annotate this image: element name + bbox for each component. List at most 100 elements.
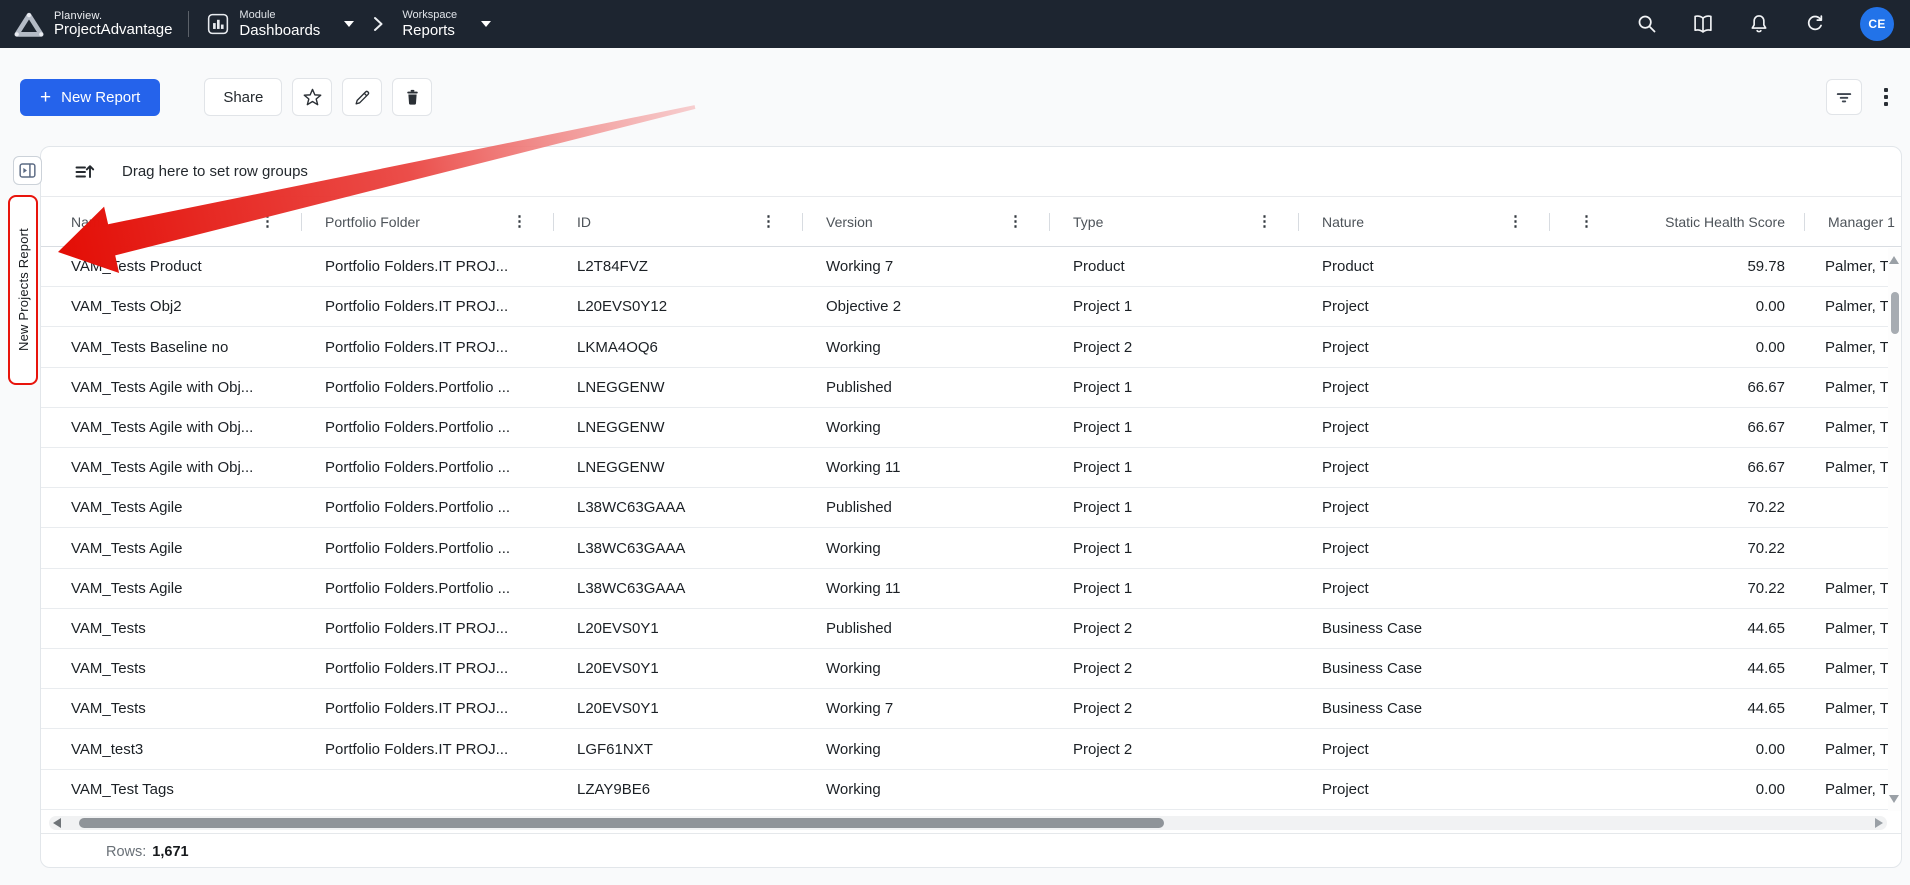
cell[interactable]: Palmer, T xyxy=(1804,368,1901,407)
cell[interactable]: Portfolio Folders.Portfolio ... xyxy=(301,569,553,608)
table-row[interactable]: VAM_TestsPortfolio Folders.IT PROJ...L20… xyxy=(41,649,1901,689)
cell[interactable]: L20EVS0Y1 xyxy=(553,649,802,688)
more-options-kebab-icon[interactable] xyxy=(1880,84,1892,110)
cell[interactable]: LGF61NXT xyxy=(553,729,802,768)
cell[interactable]: 70.22 xyxy=(1549,528,1804,567)
cell[interactable]: 44.65 xyxy=(1549,689,1804,728)
cell[interactable]: Project xyxy=(1298,368,1549,407)
scroll-left-arrow[interactable] xyxy=(53,818,61,828)
column-menu-icon[interactable]: ⋮ xyxy=(512,214,527,229)
cell[interactable]: VAM_Tests xyxy=(41,609,301,648)
cell[interactable]: L20EVS0Y1 xyxy=(553,689,802,728)
cell[interactable]: 70.22 xyxy=(1549,569,1804,608)
cell[interactable]: 0.00 xyxy=(1549,729,1804,768)
library-book-icon[interactable] xyxy=(1692,13,1714,35)
cell[interactable]: Portfolio Folders.Portfolio ... xyxy=(301,528,553,567)
header-cell-manager-1[interactable]: Manager 1 xyxy=(1804,197,1901,246)
table-row[interactable]: VAM_Tests Baseline noPortfolio Folders.I… xyxy=(41,327,1901,367)
header-cell-static-health-score[interactable]: ⋮Static Health Score xyxy=(1549,197,1804,246)
table-row[interactable]: VAM_TestsPortfolio Folders.IT PROJ...L20… xyxy=(41,689,1901,729)
cell[interactable]: Working 11 xyxy=(802,448,1049,487)
filter-button[interactable] xyxy=(1826,79,1862,115)
cell[interactable]: Working xyxy=(802,649,1049,688)
tab-new-projects-report[interactable]: New Projects Report xyxy=(8,195,38,385)
cell[interactable]: LZAY9BE6 xyxy=(553,770,802,809)
cell[interactable]: Palmer, T xyxy=(1804,609,1901,648)
cell[interactable]: Product xyxy=(1049,247,1298,286)
cell[interactable]: Working xyxy=(802,327,1049,366)
cell[interactable]: Working xyxy=(802,770,1049,809)
cell[interactable]: LKMA4OQ6 xyxy=(553,327,802,366)
cell[interactable]: LNEGGENW xyxy=(553,448,802,487)
cell[interactable]: Palmer, T xyxy=(1804,247,1901,286)
cell[interactable]: L20EVS0Y1 xyxy=(553,609,802,648)
column-menu-icon[interactable]: ⋮ xyxy=(1508,214,1523,229)
header-cell-portfolio-folder[interactable]: Portfolio Folder⋮ xyxy=(301,197,553,246)
cell[interactable]: VAM_test3 xyxy=(41,729,301,768)
cell[interactable]: Project xyxy=(1298,408,1549,447)
cell[interactable]: 66.67 xyxy=(1549,408,1804,447)
cell[interactable]: Project 2 xyxy=(1049,729,1298,768)
cell[interactable]: Product xyxy=(1298,247,1549,286)
cell[interactable]: VAM_Tests Agile xyxy=(41,488,301,527)
cell[interactable]: 66.67 xyxy=(1549,448,1804,487)
cell[interactable]: Project 2 xyxy=(1049,649,1298,688)
cell[interactable]: Palmer, T xyxy=(1804,287,1901,326)
app-logo[interactable]: Planview. ProjectAdvantage xyxy=(14,10,172,39)
table-row[interactable]: VAM_Tests Agile with Obj...Portfolio Fol… xyxy=(41,408,1901,448)
search-icon[interactable] xyxy=(1636,13,1658,35)
cell[interactable]: Portfolio Folders.Portfolio ... xyxy=(301,408,553,447)
cell[interactable]: Business Case xyxy=(1298,689,1549,728)
cell[interactable]: Project 1 xyxy=(1049,488,1298,527)
cell[interactable]: Project 1 xyxy=(1049,528,1298,567)
cell[interactable]: Project 1 xyxy=(1049,408,1298,447)
cell[interactable]: Project xyxy=(1298,528,1549,567)
row-groups-drop-zone[interactable]: Drag here to set row groups xyxy=(41,147,1901,197)
cell[interactable]: Project xyxy=(1298,729,1549,768)
chevron-down-icon[interactable] xyxy=(344,21,354,27)
table-row[interactable]: VAM_test3Portfolio Folders.IT PROJ...LGF… xyxy=(41,729,1901,769)
cell[interactable]: Portfolio Folders.IT PROJ... xyxy=(301,287,553,326)
cell[interactable]: Working 7 xyxy=(802,247,1049,286)
cell[interactable]: Project 1 xyxy=(1049,368,1298,407)
column-menu-icon[interactable]: ⋮ xyxy=(761,214,776,229)
cell[interactable]: Working 11 xyxy=(802,569,1049,608)
cell[interactable]: Palmer, T xyxy=(1804,689,1901,728)
cell[interactable]: Portfolio Folders.IT PROJ... xyxy=(301,247,553,286)
header-cell-version[interactable]: Version⋮ xyxy=(802,197,1049,246)
cell[interactable]: Published xyxy=(802,609,1049,648)
cell[interactable]: L38WC63GAAA xyxy=(553,488,802,527)
cell[interactable]: Palmer, T xyxy=(1804,327,1901,366)
cell[interactable]: Published xyxy=(802,488,1049,527)
table-row[interactable]: VAM_Tests Agile with Obj...Portfolio Fol… xyxy=(41,448,1901,488)
cell[interactable]: 70.22 xyxy=(1549,488,1804,527)
cell[interactable] xyxy=(1804,488,1901,527)
cell[interactable]: Project xyxy=(1298,770,1549,809)
column-menu-icon[interactable]: ⋮ xyxy=(1579,214,1594,229)
scroll-up-arrow[interactable] xyxy=(1889,256,1899,264)
cell[interactable]: VAM_Tests xyxy=(41,689,301,728)
cell[interactable]: Portfolio Folders.IT PROJ... xyxy=(301,327,553,366)
module-switcher[interactable]: Module Dashboards xyxy=(207,9,354,39)
cell[interactable]: Palmer, T xyxy=(1804,770,1901,809)
cell[interactable]: Portfolio Folders.Portfolio ... xyxy=(301,368,553,407)
cell[interactable]: Project xyxy=(1298,327,1549,366)
refresh-icon[interactable] xyxy=(1804,13,1826,35)
cell[interactable]: L2T84FVZ xyxy=(553,247,802,286)
share-button[interactable]: Share xyxy=(204,78,282,116)
cell[interactable]: Palmer, T xyxy=(1804,569,1901,608)
cell[interactable]: VAM_Tests Agile with Obj... xyxy=(41,368,301,407)
cell[interactable]: VAM_Tests Agile xyxy=(41,528,301,567)
horizontal-scrollbar[interactable] xyxy=(49,816,1887,830)
table-row[interactable]: VAM_Tests ProductPortfolio Folders.IT PR… xyxy=(41,247,1901,287)
cell[interactable]: VAM_Tests Baseline no xyxy=(41,327,301,366)
cell[interactable]: 66.67 xyxy=(1549,368,1804,407)
cell[interactable]: Portfolio Folders.IT PROJ... xyxy=(301,689,553,728)
cell[interactable]: Objective 2 xyxy=(802,287,1049,326)
cell[interactable]: VAM_Test Tags xyxy=(41,770,301,809)
cell[interactable]: Palmer, T xyxy=(1804,729,1901,768)
cell[interactable] xyxy=(1804,528,1901,567)
cell[interactable]: Palmer, T xyxy=(1804,408,1901,447)
cell[interactable]: Portfolio Folders.IT PROJ... xyxy=(301,729,553,768)
table-row[interactable]: VAM_Tests AgilePortfolio Folders.Portfol… xyxy=(41,488,1901,528)
